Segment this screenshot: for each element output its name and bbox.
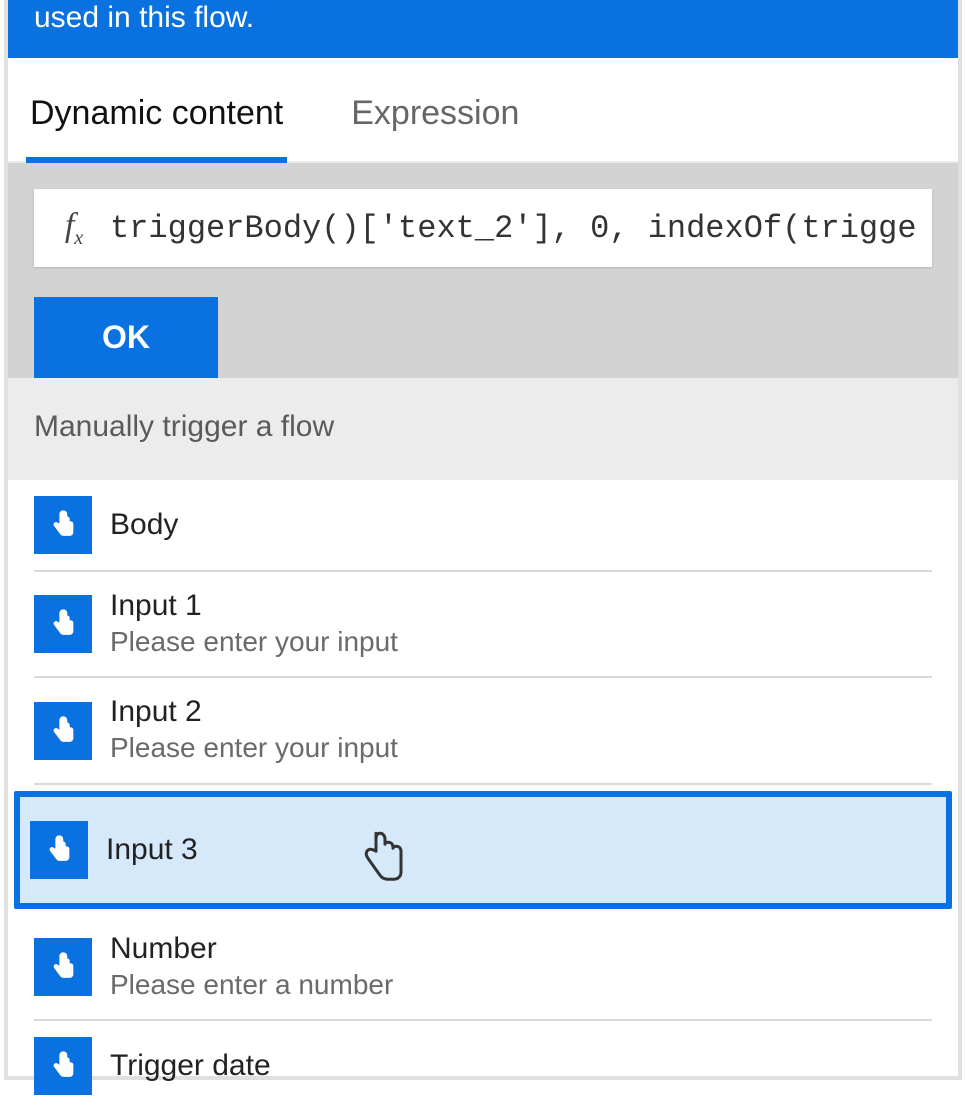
dynamic-content-list: Body Input 1 Please enter your input Inp…: [8, 480, 958, 785]
section-header-text: Manually trigger a flow: [34, 410, 334, 443]
item-title: Trigger date: [110, 1048, 271, 1084]
content-item-input1[interactable]: Input 1 Please enter your input: [34, 572, 932, 678]
touch-icon: [34, 595, 92, 653]
dynamic-content-list-continued: Number Please enter a number Trigger dat…: [8, 915, 958, 1111]
ok-button[interactable]: OK: [34, 297, 218, 378]
content-item-body[interactable]: Body: [34, 480, 932, 572]
tab-label: Expression: [351, 94, 519, 132]
tab-bar: Dynamic content Expression: [8, 58, 958, 163]
content-item-input3[interactable]: Input 3: [30, 801, 936, 899]
trigger-section-header: Manually trigger a flow: [8, 378, 958, 480]
content-item-triggerdate[interactable]: Trigger date: [34, 1021, 932, 1111]
dynamic-content-panel: used in this flow. Dynamic content Expre…: [4, 0, 962, 1080]
item-title: Body: [110, 507, 178, 543]
item-subtitle: Please enter a number: [110, 967, 393, 1003]
item-title: Input 2: [110, 694, 398, 730]
item-title: Input 3: [106, 832, 198, 868]
info-banner-text: used in this flow.: [34, 1, 254, 34]
tab-expression[interactable]: Expression: [347, 80, 523, 161]
fx-icon: fx: [46, 207, 102, 250]
item-subtitle: Please enter your input: [110, 624, 398, 660]
info-banner: used in this flow.: [8, 0, 958, 58]
content-item-input2[interactable]: Input 2 Please enter your input: [34, 678, 932, 784]
touch-icon: [30, 821, 88, 879]
ok-button-label: OK: [102, 319, 150, 355]
touch-icon: [34, 496, 92, 554]
expression-editor-area: fx triggerBody()['text_2'], 0, indexOf(t…: [8, 163, 958, 378]
item-title: Input 1: [110, 588, 398, 624]
formula-box[interactable]: fx triggerBody()['text_2'], 0, indexOf(t…: [34, 189, 932, 267]
tab-dynamic-content[interactable]: Dynamic content: [26, 80, 287, 161]
item-subtitle: Please enter your input: [110, 730, 398, 766]
touch-icon: [34, 938, 92, 996]
content-item-number[interactable]: Number Please enter a number: [34, 915, 932, 1021]
formula-input[interactable]: triggerBody()['text_2'], 0, indexOf(trig…: [102, 210, 920, 247]
content-item-input3-highlighted[interactable]: Input 3: [14, 791, 952, 909]
item-title: Number: [110, 931, 393, 967]
touch-icon: [34, 1037, 92, 1095]
touch-icon: [34, 702, 92, 760]
tab-label: Dynamic content: [30, 94, 283, 132]
